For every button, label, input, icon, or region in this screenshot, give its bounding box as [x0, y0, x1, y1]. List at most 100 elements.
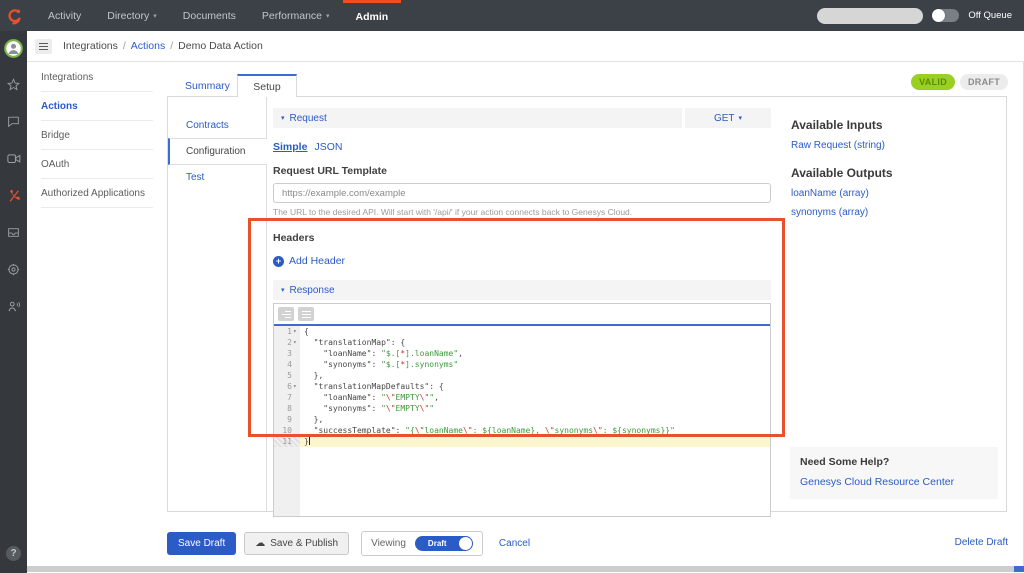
- nav-directory[interactable]: Directory ▾: [94, 0, 170, 31]
- http-method-dropdown[interactable]: GET ▾: [685, 108, 771, 128]
- breadcrumb-actions-link[interactable]: Actions: [131, 40, 165, 52]
- request-url-input[interactable]: [273, 183, 771, 203]
- global-search[interactable]: [817, 7, 947, 24]
- text-cursor: [308, 436, 310, 445]
- code-text: },: [304, 371, 324, 380]
- agent-speaking-icon[interactable]: [7, 299, 21, 314]
- line-number: 11: [274, 436, 300, 447]
- code-text: "translationMapDefaults": {: [313, 382, 444, 391]
- tab-summary[interactable]: Summary: [185, 80, 230, 92]
- input-raw-request-link[interactable]: Raw Request (string): [791, 140, 998, 151]
- subtab-test[interactable]: Test: [168, 165, 266, 190]
- code-text: "synonyms": "\"EMPTY\"": [323, 404, 435, 413]
- output-synonyms-link[interactable]: synonyms (array): [791, 207, 998, 218]
- draft-status-badge: DRAFT: [960, 74, 1008, 90]
- configuration-content: ▾ Request GET ▾ Simple JSON Request URL …: [267, 97, 788, 517]
- chat-icon[interactable]: [7, 114, 20, 129]
- sidebar-item-actions[interactable]: Actions: [41, 92, 153, 121]
- bottom-edge-strip: [27, 566, 1024, 572]
- nav-activity-label: Activity: [48, 9, 82, 22]
- video-icon[interactable]: [6, 151, 21, 166]
- breadcrumb: Integrations / Actions / Demo Data Actio…: [63, 40, 263, 52]
- fold-caret-icon[interactable]: ▾: [293, 337, 298, 348]
- viewing-toggle-group: Viewing Draft: [361, 531, 483, 556]
- phone-off-icon[interactable]: [7, 188, 21, 203]
- response-collapsible-header[interactable]: ▾ Response: [273, 280, 771, 300]
- subtab-configuration[interactable]: Configuration: [168, 138, 267, 165]
- mode-json-link[interactable]: JSON: [314, 141, 342, 153]
- request-url-help-text: The URL to the desired API. Will start w…: [273, 207, 633, 217]
- save-draft-button[interactable]: Save Draft: [167, 532, 237, 555]
- top-nav-bar: Activity Directory ▾ Documents Performan…: [0, 0, 1024, 31]
- available-outputs-title: Available Outputs: [791, 166, 893, 180]
- sidebar-item-oauth[interactable]: OAuth: [41, 150, 153, 179]
- code-line[interactable]: 4 "synonyms": "$.[*].synonyms": [274, 359, 770, 370]
- favorites-icon[interactable]: [7, 77, 20, 92]
- code-text: "loanName": "\"EMPTY\"",: [323, 393, 439, 402]
- plus-circle-icon: +: [273, 255, 284, 267]
- nav-performance-label: Performance: [261, 9, 323, 22]
- json-code-editor[interactable]: 1 ▾{2 ▾ "translationMap": {3 "loanName": "…: [273, 303, 771, 517]
- http-method-value: GET: [713, 112, 735, 124]
- line-number: 4: [274, 359, 300, 370]
- help-box-title: Need Some Help?: [800, 456, 890, 468]
- nav-admin[interactable]: Admin: [342, 0, 402, 31]
- line-number: 9: [274, 414, 300, 425]
- resource-center-link[interactable]: Genesys Cloud Resource Center: [800, 476, 988, 488]
- help-icon[interactable]: ?: [6, 546, 21, 561]
- code-lines[interactable]: 1 ▾{2 ▾ "translationMap": {3 "loanName": "…: [274, 326, 770, 516]
- add-header-button[interactable]: + Add Header: [273, 255, 771, 267]
- mode-simple-link[interactable]: Simple: [273, 141, 307, 153]
- viewing-draft-toggle[interactable]: Draft: [414, 536, 473, 551]
- search-input[interactable]: [817, 10, 947, 21]
- code-line[interactable]: 11 }: [274, 436, 770, 447]
- queue-status-toggle[interactable]: [932, 9, 960, 22]
- code-line[interactable]: 3 "loanName": "$.[*].loanName",: [274, 348, 770, 359]
- sidebar-item-authorized-applications[interactable]: Authorized Applications: [41, 179, 153, 208]
- code-line[interactable]: 2 ▾ "translationMap": {: [274, 337, 770, 348]
- format-align-icon[interactable]: [298, 307, 314, 321]
- line-number: 6 ▾: [287, 381, 298, 392]
- output-loanname-link[interactable]: loanName (array): [791, 188, 998, 199]
- footer-actions: Save Draft ☁ Save & Publish Viewing Draf…: [167, 531, 530, 556]
- settings-target-icon[interactable]: [7, 262, 20, 277]
- user-avatar[interactable]: [4, 39, 23, 59]
- cloud-upload-icon: ☁: [255, 537, 266, 549]
- beautify-indent-icon[interactable]: [278, 307, 294, 321]
- cancel-link[interactable]: Cancel: [499, 538, 530, 549]
- fold-caret-icon[interactable]: ▾: [293, 326, 298, 337]
- code-line[interactable]: 6 ▾ "translationMapDefaults": {: [274, 381, 770, 392]
- genesys-logo-icon[interactable]: [0, 0, 27, 31]
- sidebar-item-bridge[interactable]: Bridge: [41, 121, 153, 150]
- fold-caret-icon[interactable]: ▾: [293, 381, 298, 392]
- line-number: 10: [274, 425, 300, 436]
- request-collapsible-header[interactable]: ▾ Request: [273, 108, 682, 128]
- code-line[interactable]: 7 "loanName": "\"EMPTY\"",: [274, 392, 770, 403]
- inbox-icon[interactable]: [7, 225, 20, 240]
- sidebar-item-integrations[interactable]: Integrations: [41, 63, 153, 92]
- line-number: 8: [274, 403, 300, 414]
- code-line[interactable]: 10 "successTemplate": "{\"loanName\": ${…: [274, 425, 770, 436]
- code-line[interactable]: 5 },: [274, 370, 770, 381]
- primary-nav: Activity Directory ▾ Documents Performan…: [35, 0, 402, 31]
- nav-documents[interactable]: Documents: [170, 0, 249, 31]
- subtab-contracts[interactable]: Contracts: [168, 113, 266, 138]
- code-line[interactable]: 9 },: [274, 414, 770, 425]
- code-line[interactable]: 8 "synonyms": "\"EMPTY\"": [274, 403, 770, 414]
- code-line[interactable]: 1 ▾ {: [274, 326, 770, 337]
- save-publish-button[interactable]: ☁ Save & Publish: [244, 532, 350, 555]
- nav-performance[interactable]: Performance ▾: [249, 0, 343, 31]
- nav-activity[interactable]: Activity: [35, 0, 94, 31]
- chevron-down-icon: ▾: [738, 115, 743, 122]
- delete-draft-link[interactable]: Delete Draft: [955, 537, 1008, 548]
- save-publish-label: Save & Publish: [270, 538, 339, 549]
- valid-status-badge: VALID: [911, 74, 955, 90]
- line-number: 7: [274, 392, 300, 403]
- menu-hamburger-icon[interactable]: [35, 38, 52, 54]
- tab-setup[interactable]: Setup: [237, 74, 297, 97]
- breadcrumb-root: Integrations: [63, 40, 118, 52]
